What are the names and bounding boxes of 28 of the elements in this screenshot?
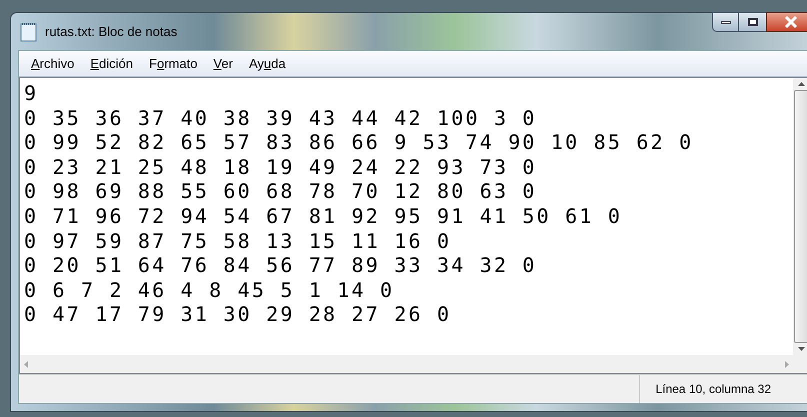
close-button[interactable] — [766, 12, 807, 32]
menu-item[interactable]: Edición — [90, 54, 133, 74]
text-line: 0 35 36 37 40 38 39 43 44 42 100 3 0 — [24, 106, 537, 130]
horizontal-scrollbar[interactable] — [20, 355, 793, 373]
text-line: 0 97 59 87 75 58 13 15 11 16 0 — [24, 228, 452, 254]
menu-item[interactable]: Ver — [213, 54, 233, 74]
minimize-button[interactable] — [712, 12, 739, 32]
close-icon — [784, 16, 798, 28]
text-line: 9 — [24, 81, 38, 106]
vertical-scrollbar[interactable] — [793, 78, 807, 355]
up-arrow-icon — [798, 82, 805, 86]
notepad-icon — [20, 22, 38, 42]
text-line: 0 20 51 64 76 84 56 77 89 33 34 32 0 — [24, 253, 537, 278]
window-title: rutas.txt: Bloc de notas — [45, 22, 178, 41]
text-line: 0 6 7 2 46 4 8 45 5 1 14 0 — [24, 278, 394, 302]
text-line: 0 71 96 72 94 54 67 81 92 95 91 41 50 61 0 — [24, 204, 622, 229]
menu-item[interactable]: Ayuda — [248, 54, 286, 74]
down-arrow-icon — [798, 347, 805, 351]
menu-item[interactable]: Archivo — [31, 54, 74, 74]
maximize-button[interactable] — [739, 12, 766, 32]
text-line: 0 99 52 82 65 57 83 86 66 9 53 74 90 10 85 62 0 — [24, 130, 694, 155]
text-line: 0 47 17 79 31 30 29 28 27 26 0 — [24, 302, 452, 327]
right-arrow-icon — [785, 360, 789, 368]
left-arrow-icon — [24, 360, 28, 368]
menu-item[interactable]: Formato — [149, 54, 198, 74]
status-position: Línea 10, columna 32 — [638, 375, 807, 403]
text-line: 0 23 21 25 48 18 19 49 24 22 93 73 0 — [24, 154, 537, 180]
text-line: 0 98 69 88 55 60 68 78 70 12 80 63 0 — [24, 179, 537, 204]
